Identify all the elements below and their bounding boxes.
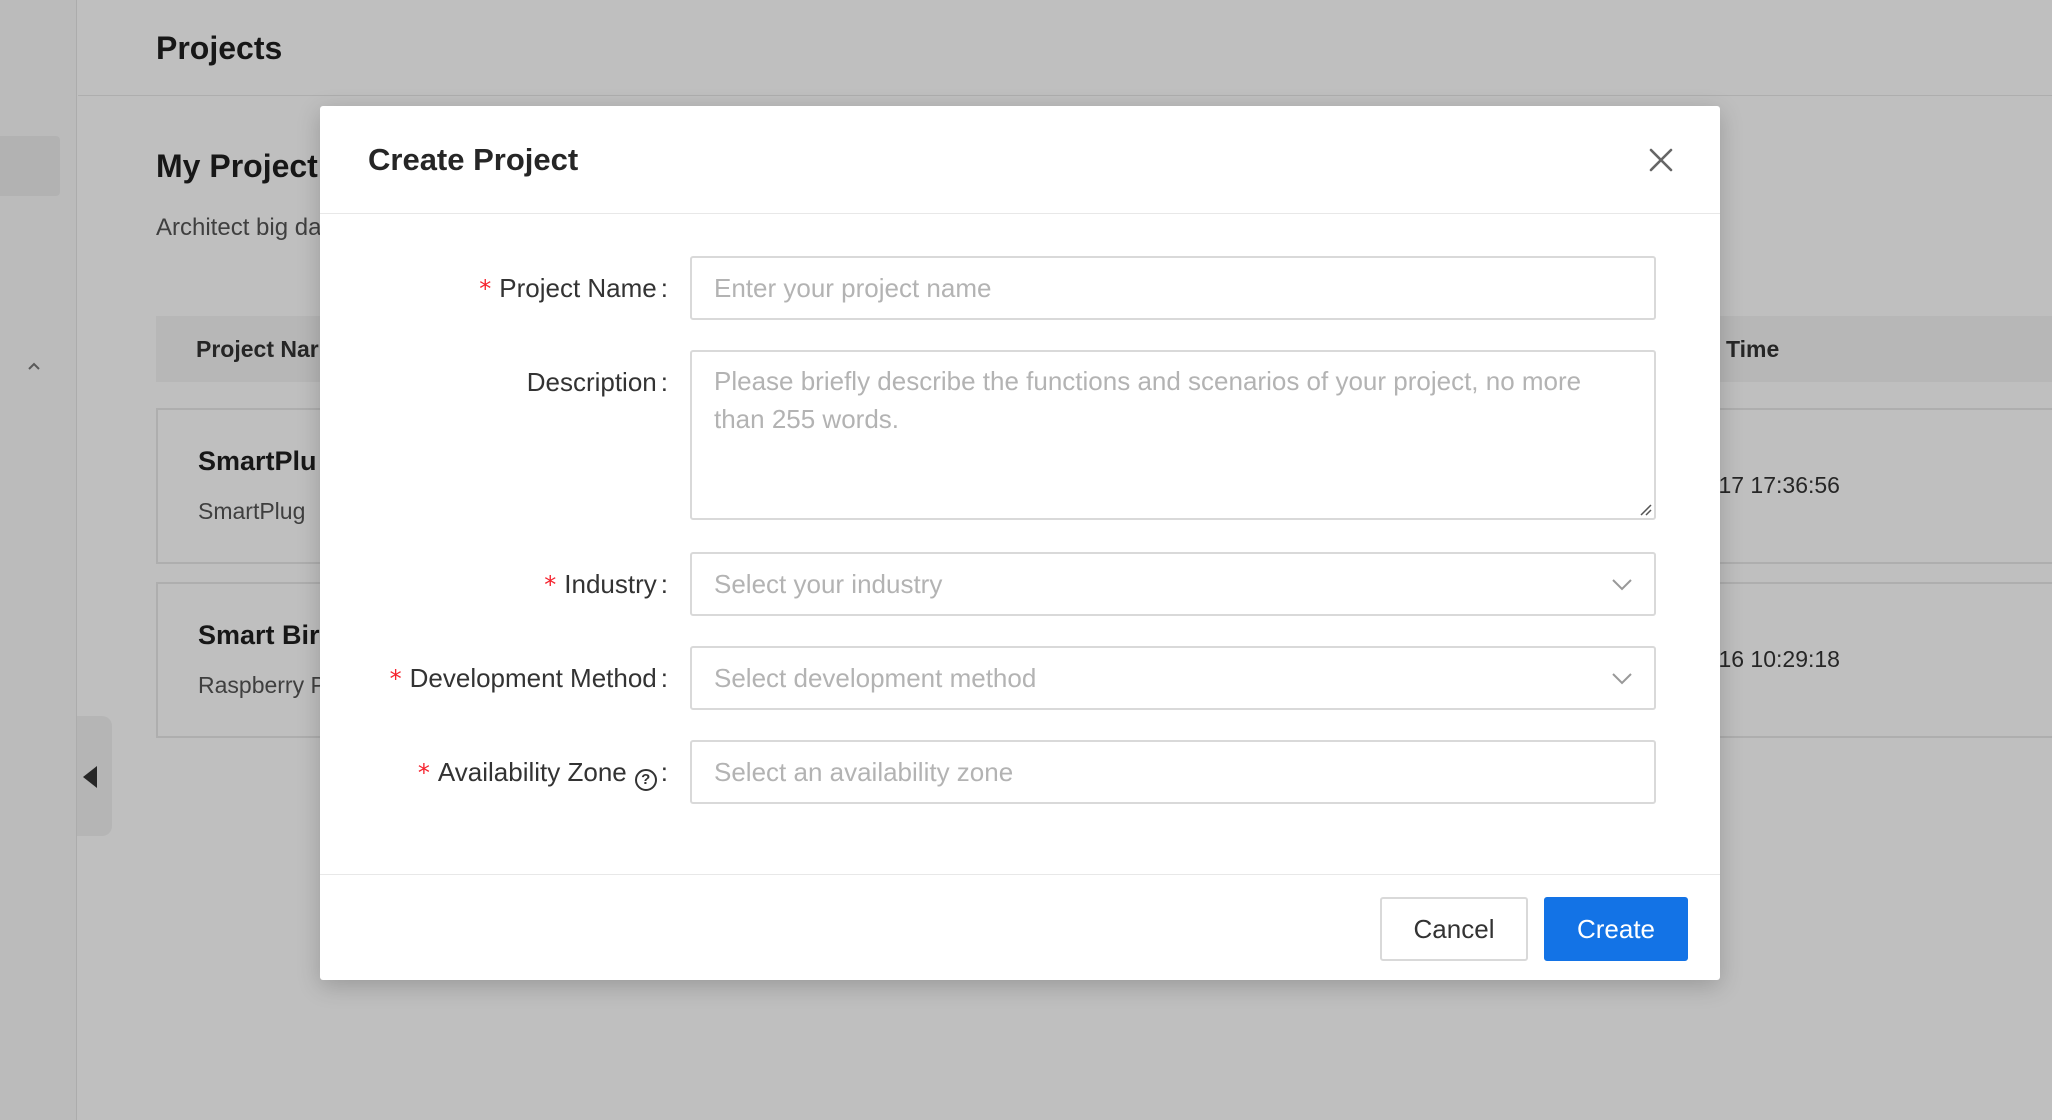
- availability-zone-label: * Availability Zone?:: [418, 740, 668, 804]
- required-mark: *: [544, 571, 557, 599]
- development-method-label: * Development Method:: [389, 663, 668, 693]
- modal-title: Create Project: [368, 142, 579, 177]
- project-name-field[interactable]: [690, 256, 1656, 320]
- question-circle-icon[interactable]: ?: [634, 769, 657, 791]
- resize-grip-icon[interactable]: [1636, 500, 1652, 516]
- modal-header: Create Project: [320, 106, 1720, 214]
- close-icon[interactable]: [1644, 143, 1678, 177]
- industry-placeholder: Select your industry: [714, 569, 943, 599]
- availability-zone-select[interactable]: Select an availability zone: [690, 740, 1656, 804]
- chevron-down-icon: [1612, 673, 1632, 685]
- description-textarea[interactable]: [692, 352, 1654, 518]
- availability-zone-placeholder: Select an availability zone: [714, 757, 1014, 787]
- cancel-button[interactable]: Cancel: [1380, 897, 1528, 961]
- required-mark: *: [417, 759, 430, 787]
- industry-select[interactable]: Select your industry: [690, 552, 1656, 616]
- development-method-select[interactable]: Select development method: [690, 646, 1656, 710]
- create-button[interactable]: Create: [1544, 897, 1688, 961]
- description-label: Description:: [526, 367, 668, 397]
- chevron-down-icon: [1612, 579, 1632, 591]
- required-mark: *: [479, 275, 492, 303]
- project-name-input[interactable]: [692, 258, 1654, 318]
- industry-label: * Industry:: [544, 569, 668, 599]
- development-method-placeholder: Select development method: [714, 663, 1037, 693]
- modal-footer: Cancel Create: [320, 874, 1720, 980]
- project-name-label: * Project Name:: [479, 273, 668, 303]
- required-mark: *: [389, 665, 402, 693]
- description-field[interactable]: [690, 350, 1656, 520]
- create-project-modal: Create Project *Project Name: Descriptio…: [320, 106, 1720, 980]
